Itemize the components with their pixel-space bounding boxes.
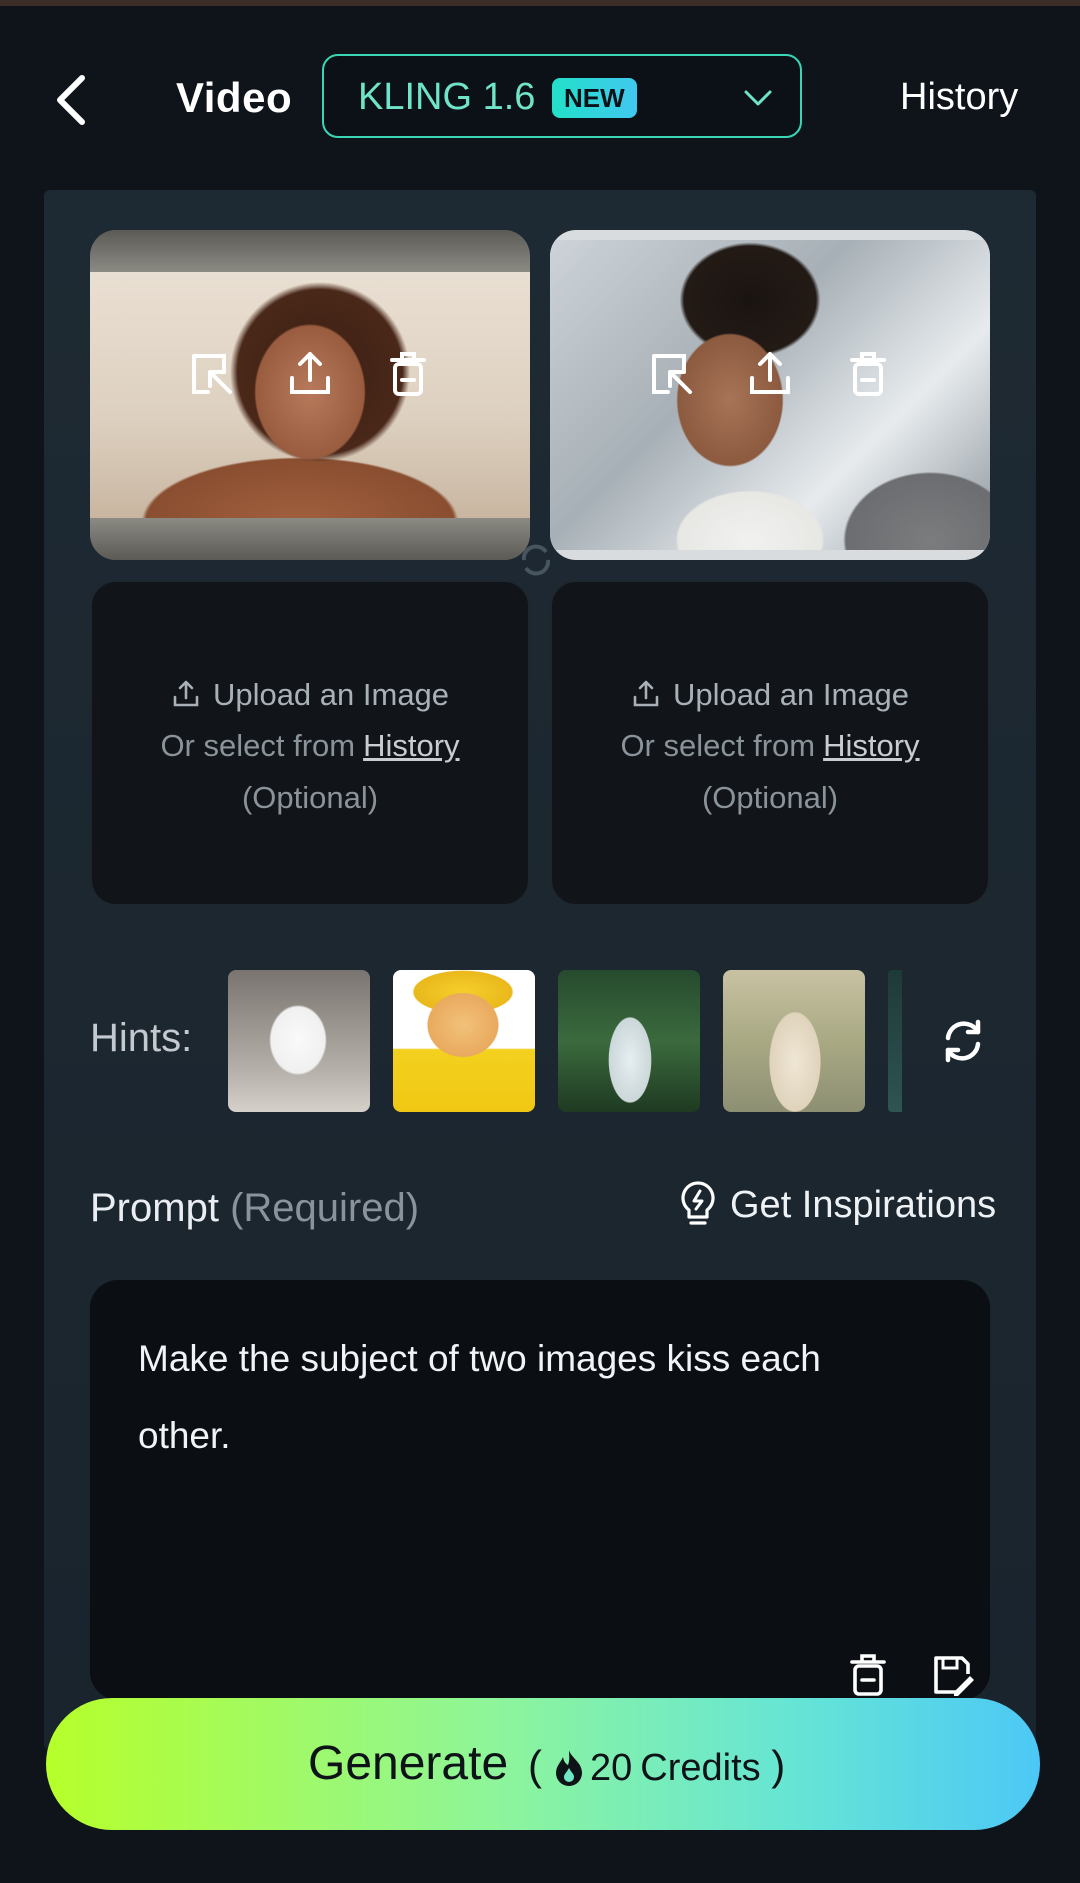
history-link[interactable]: History — [363, 728, 459, 763]
lightbulb-icon — [678, 1180, 718, 1228]
top-border — [0, 0, 1080, 6]
hint-thumbnail-woman[interactable] — [723, 970, 865, 1112]
trash-icon[interactable] — [846, 1652, 890, 1698]
image-slot-2[interactable] — [550, 230, 990, 560]
save-edit-icon[interactable] — [930, 1652, 974, 1698]
upload-icon — [631, 674, 661, 707]
upload-image-link[interactable]: Upload an Image — [92, 670, 528, 720]
history-button[interactable]: History — [900, 76, 1018, 119]
upload-icon — [171, 674, 201, 707]
upload-icon[interactable] — [744, 348, 796, 400]
prompt-label: Prompt (Required) — [90, 1186, 420, 1230]
image-slot-3[interactable]: Upload an Image Or select from History (O… — [90, 580, 530, 906]
main-panel: Upload an Image Or select from History (O… — [44, 190, 1036, 1750]
back-chevron-icon[interactable] — [52, 70, 92, 130]
prompt-textarea[interactable]: Make the subject of two images kiss each… — [90, 1280, 990, 1700]
upload-icon[interactable] — [284, 348, 336, 400]
credits-unit: Credits — [640, 1747, 761, 1789]
slot-actions — [90, 348, 530, 408]
image-slot-4[interactable]: Upload an Image Or select from History (O… — [550, 580, 990, 906]
select-image-icon[interactable] — [186, 348, 238, 400]
credits-cost: (20 Credits ) — [528, 1742, 786, 1789]
optional-label: (Optional) — [701, 780, 839, 815]
inspirations-label: Get Inspirations — [730, 1184, 997, 1226]
new-badge: NEW — [552, 78, 637, 118]
swap-icon — [516, 540, 556, 580]
chevron-down-icon — [740, 80, 776, 116]
upload-label: Upload an Image — [672, 677, 910, 712]
select-prefix: Or select from — [160, 728, 356, 763]
image-slot-1[interactable] — [90, 230, 530, 560]
select-image-icon[interactable] — [646, 348, 698, 400]
credits-amount: 20 — [590, 1747, 633, 1789]
prompt-text: Make the subject of two images kiss each… — [138, 1338, 821, 1456]
hint-thumbnail-partial[interactable] — [888, 970, 902, 1112]
header: Video KLING 1.6 NEW History — [0, 40, 1080, 160]
refresh-icon[interactable] — [938, 1016, 988, 1066]
required-label: (Required) — [230, 1186, 420, 1230]
generate-button[interactable]: Generate (20 Credits ) — [46, 1698, 1040, 1830]
select-prefix: Or select from — [620, 728, 816, 763]
page-title: Video — [176, 74, 293, 121]
trash-icon[interactable] — [382, 348, 434, 400]
hint-thumbnail-forest[interactable] — [558, 970, 700, 1112]
hint-thumbnail-puppy[interactable] — [228, 970, 370, 1112]
slot-actions — [550, 348, 990, 408]
hint-thumbnail-cartoon[interactable] — [393, 970, 535, 1112]
hints-label: Hints: — [90, 1016, 193, 1060]
history-link[interactable]: History — [823, 728, 919, 763]
trash-icon[interactable] — [842, 348, 894, 400]
upload-image-link[interactable]: Upload an Image — [552, 670, 988, 720]
optional-label: (Optional) — [241, 780, 379, 815]
generate-label: Generate — [308, 1737, 509, 1790]
upload-label: Upload an Image — [212, 677, 450, 712]
flame-icon — [552, 1748, 586, 1786]
model-name: KLING 1.6 — [358, 76, 536, 118]
model-dropdown[interactable]: KLING 1.6 NEW — [322, 54, 802, 138]
